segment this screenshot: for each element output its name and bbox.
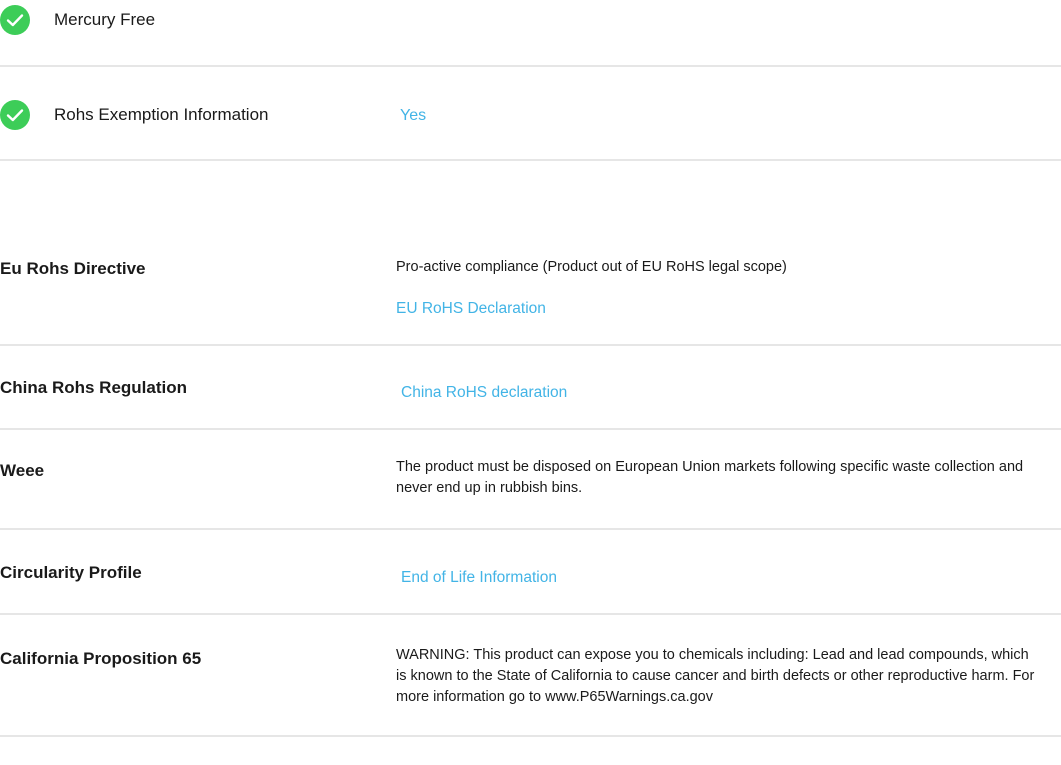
- rohs-exemption-value-link[interactable]: Yes: [400, 107, 426, 125]
- california-proposition-65-label: California Proposition 65: [0, 649, 202, 668]
- weee-text: The product must be disposed on European…: [396, 459, 1024, 496]
- eu-rohs-declaration-link[interactable]: EU RoHS Declaration: [396, 300, 546, 318]
- divider: [0, 528, 1061, 530]
- divider: [0, 65, 1061, 67]
- eu-rohs-directive-text: Pro-active compliance (Product out of EU…: [396, 259, 787, 275]
- check-circle-icon: [0, 5, 30, 35]
- environmental-compliance-panel: Mercury Free Rohs Exemption Information …: [0, 0, 1061, 765]
- eu-rohs-directive-label: Eu Rohs Directive: [0, 259, 146, 278]
- feature-row-rohs-exemption: Rohs Exemption Information Yes: [0, 100, 1061, 130]
- divider: [0, 428, 1061, 430]
- divider: [0, 613, 1061, 615]
- end-of-life-information-link[interactable]: End of Life Information: [401, 569, 557, 587]
- china-rohs-regulation-label: China Rohs Regulation: [0, 378, 187, 397]
- california-proposition-65-text: WARNING: This product can expose you to …: [396, 647, 1035, 705]
- feature-row-mercury-free: Mercury Free: [0, 5, 1061, 35]
- circularity-profile-label: Circularity Profile: [0, 563, 142, 582]
- divider: [0, 344, 1061, 346]
- divider: [0, 159, 1061, 161]
- divider: [0, 735, 1061, 737]
- check-circle-icon: [0, 100, 30, 130]
- weee-label: Weee: [0, 461, 45, 480]
- feature-label: Rohs Exemption Information: [54, 105, 269, 124]
- feature-label: Mercury Free: [54, 10, 156, 29]
- china-rohs-declaration-link[interactable]: China RoHS declaration: [401, 384, 567, 402]
